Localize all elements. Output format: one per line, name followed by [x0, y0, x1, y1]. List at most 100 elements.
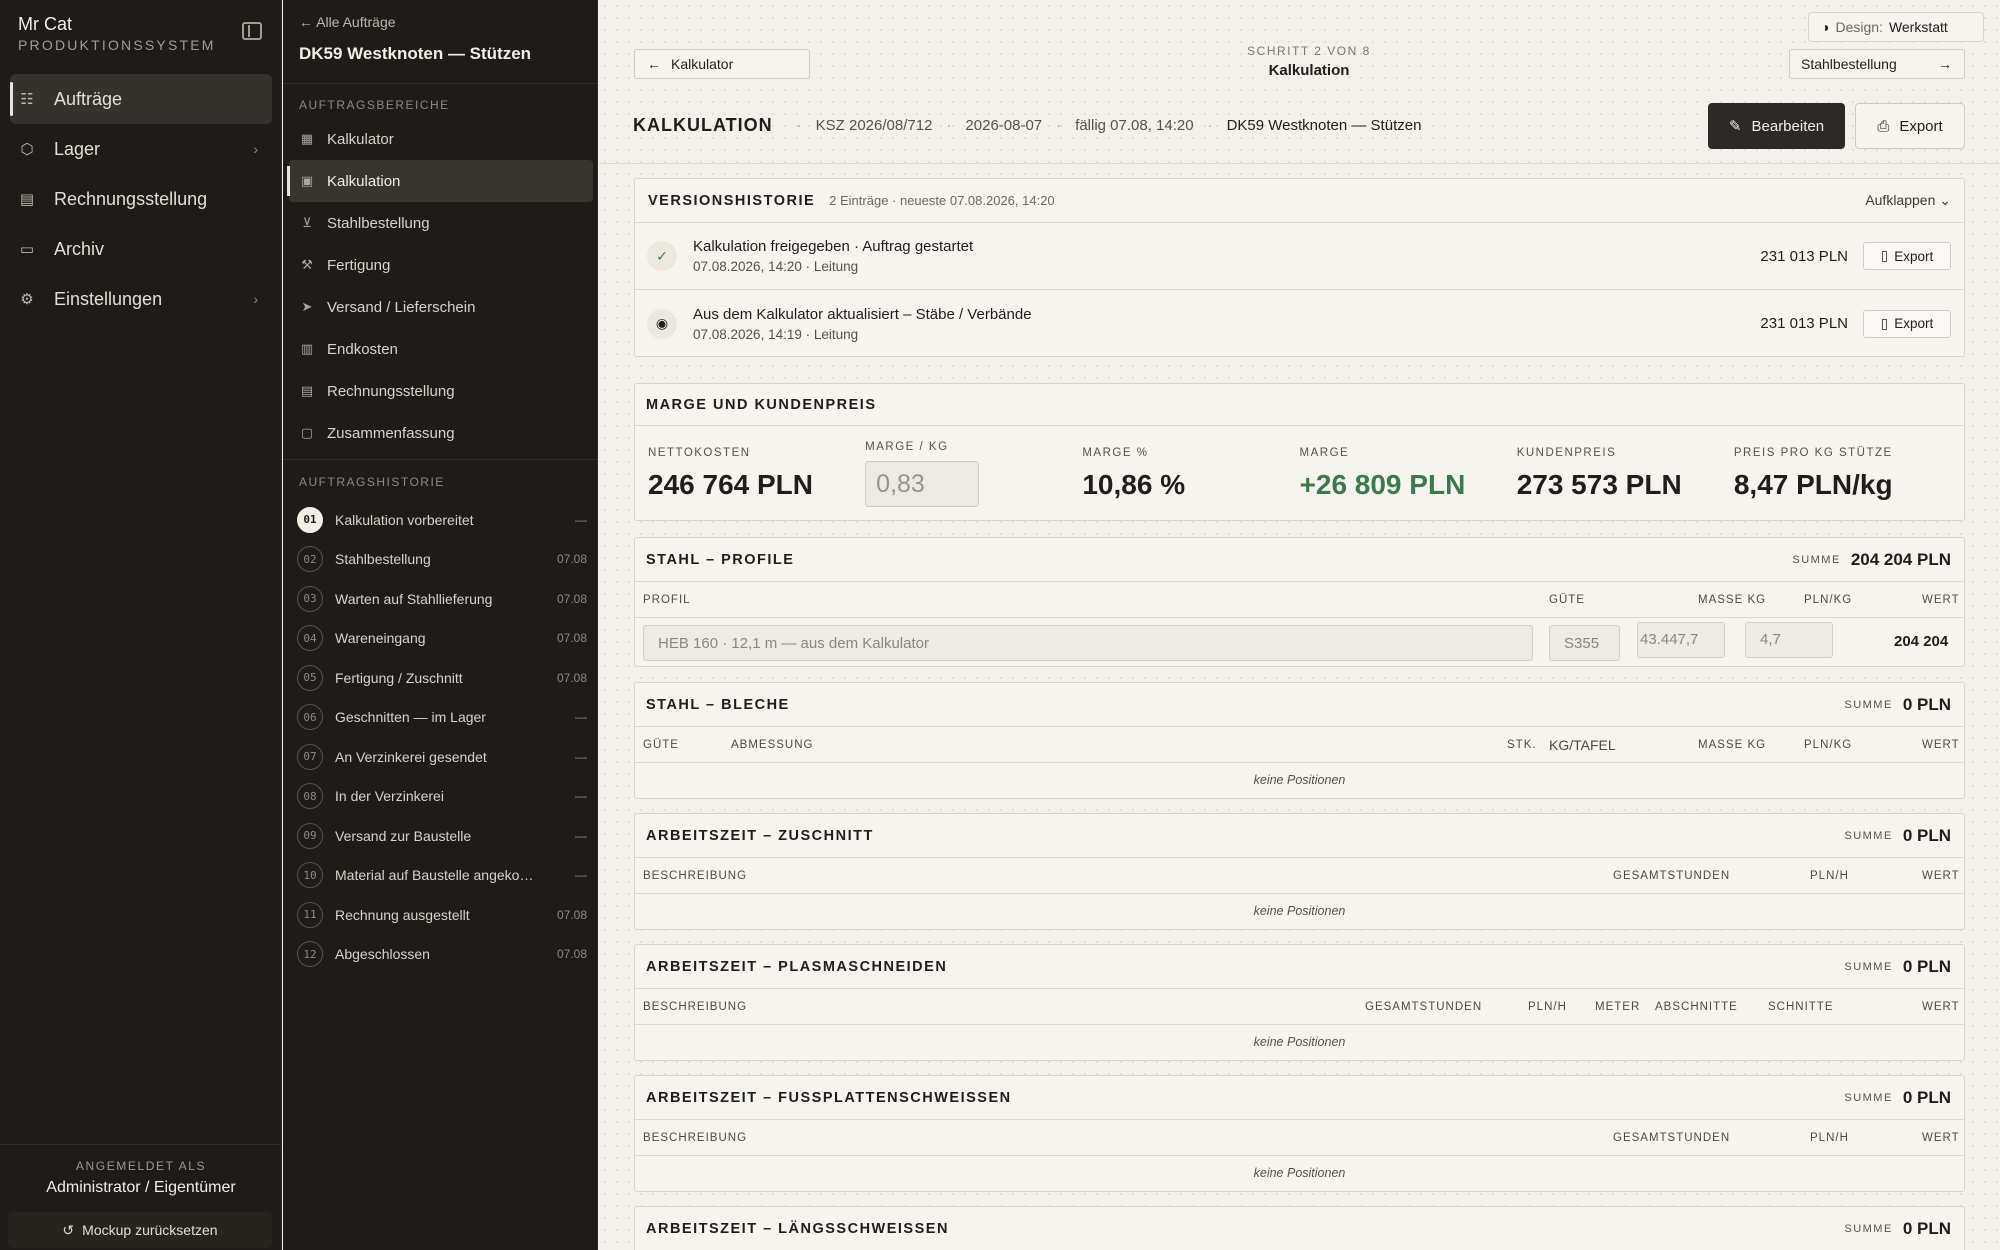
version-export-button[interactable]: ▯ Export [1863, 242, 1951, 270]
hammer-icon: ⚒ [301, 257, 313, 272]
step-label: Rechnung ausgestellt [335, 906, 470, 923]
edit-button[interactable]: ✎ Bearbeiten [1708, 103, 1845, 149]
history-item[interactable]: 08 In der Verzinkerei — [297, 777, 587, 817]
empty-state: keine Positionen [1253, 1034, 1346, 1049]
area-versand[interactable]: ➤ Versand / Lieferschein [289, 286, 593, 328]
card-title: STAHL – PROFILE [646, 551, 795, 568]
version-export-button[interactable]: ▯ Export [1863, 309, 1951, 338]
calc-number: KSZ 2026/08/712 [815, 116, 933, 134]
card-title: ARBEITSZEIT – ZUSCHNITT [646, 827, 874, 844]
area-zusammenfassung[interactable]: ▢ Zusammenfassung [289, 412, 593, 454]
step-label: Warten auf Stahllieferung [335, 590, 493, 607]
step-label: Material auf Baustelle angekommen [335, 867, 553, 884]
expand-toggle[interactable]: Aufklappen ⌄ [1865, 192, 1951, 209]
history-item[interactable]: 03 Warten auf Stahllieferung 07.08 [297, 579, 587, 619]
pencil-icon: ✎ [1728, 118, 1742, 135]
history-heading: AUFTRAGSHISTORIE [299, 475, 445, 489]
kpi-label: KUNDENPREIS [1516, 447, 1617, 459]
col-header: ABSCHNITTE [1655, 1000, 1738, 1013]
history-item[interactable]: 01 Kalkulation vorbereitet — [297, 500, 587, 540]
sidebar-item-rechnungsstellung[interactable]: ▤ Rechnungsstellung [10, 174, 272, 224]
export-button[interactable]: ⎙ Export [1855, 103, 1965, 149]
history-item[interactable]: 06 Geschnitten — im Lager — [297, 698, 587, 738]
gear-icon: ⚙ [20, 291, 34, 308]
sidebar-toggle-icon[interactable] [242, 22, 262, 40]
sidebar-item-einstellungen[interactable]: ⚙ Einstellungen › [10, 274, 272, 324]
mass-field[interactable]: 43.447,7 [1637, 622, 1725, 658]
version-text: Kalkulation freigegeben · Auftrag gestar… [693, 238, 973, 274]
page-title: KALKULATION [633, 114, 773, 135]
palette-icon: ◑ [1821, 19, 1830, 35]
kpi-label: NETTOKOSTEN [648, 447, 751, 459]
sidebar-item-label: Rechnungsstellung [54, 188, 208, 209]
area-kalkulation[interactable]: ▣ Kalkulation [287, 160, 593, 202]
file-export-icon: ⎙ [1877, 117, 1890, 135]
sidebar-item-auftraege[interactable]: ☷ Aufträge [10, 74, 272, 124]
area-kalkulator[interactable]: ▦ Kalkulator [289, 118, 593, 160]
card-header: STAHL – BLECHE SUMME 0 PLN [635, 683, 1964, 727]
steel-sheets-card: STAHL – BLECHE SUMME 0 PLN GÜTE ABMESSUN… [634, 682, 1965, 799]
order-history: 01 Kalkulation vorbereitet — 02 Stahlbestel… [297, 500, 587, 974]
reset-icon: ↺ [62, 1221, 75, 1238]
next-step-button[interactable]: Stahlbestellung → [1789, 49, 1965, 79]
history-item[interactable]: 09 Versand zur Baustelle — [297, 816, 587, 856]
history-item[interactable]: 04 Wareneingang 07.08 [297, 619, 587, 659]
step-label: Geschnitten — im Lager [335, 709, 486, 726]
step-date: 07.08 [556, 670, 587, 685]
history-item[interactable]: 07 An Verzinkerei gesendet — [297, 737, 587, 777]
version-history-card: VERSIONSHISTORIE 2 Einträge · neueste 07… [634, 178, 1965, 357]
area-label: Versand / Lieferschein [327, 298, 476, 316]
order-title: DK59 Westknoten — Stützen [299, 44, 532, 63]
col-header: PLN/KG [1804, 593, 1853, 606]
history-item[interactable]: 11 Rechnung ausgestellt 07.08 [297, 895, 587, 935]
reset-mockup-label: Mockup zurücksetzen [82, 1222, 218, 1238]
table-header: GÜTE ABMESSUNG STK. KG/TAFEL MASSE KG PL… [635, 727, 1964, 763]
step-number: 12 [297, 941, 323, 968]
history-item[interactable]: 02 Stahlbestellung 07.08 [297, 540, 587, 580]
reset-mockup-button[interactable]: ↺ Mockup zurücksetzen [8, 1212, 272, 1248]
col-header: WERT [1922, 1131, 1960, 1144]
card-title: STAHL – BLECHE [646, 696, 790, 713]
table-header: BESCHREIBUNG GESAMTSTUNDEN PLN/H WERT [635, 1120, 1964, 1156]
area-fertigung[interactable]: ⚒ Fertigung [289, 244, 593, 286]
sum-value: 0 PLN [1902, 825, 1951, 845]
history-item[interactable]: 10 Material auf Baustelle angekommen — [297, 856, 587, 896]
sidebar-item-archiv[interactable]: ▭ Archiv [10, 224, 272, 274]
history-item[interactable]: 05 Fertigung / Zuschnitt 07.08 [297, 658, 587, 698]
price-per-kg-field[interactable]: 4,7 [1745, 622, 1833, 658]
history-item[interactable]: 12 Abgeschlossen 07.08 [297, 935, 587, 975]
file-icon: ▯ [1880, 248, 1889, 263]
prev-step-button[interactable]: ← Kalkulator [634, 49, 810, 79]
step-number: 02 [297, 546, 323, 573]
table-row: HEB 160 · 12,1 m — aus dem Kalkulator S3… [635, 618, 1964, 668]
divider [599, 163, 2000, 164]
design-switcher[interactable]: ◑ Design: Werkstatt [1808, 12, 1984, 42]
margin-per-kg-input[interactable]: 0,83 [865, 461, 980, 507]
kpi-price-per-kg: PREIS PRO KG STÜTZE 8,47 PLN/kg [1734, 447, 1951, 501]
area-stahlbestellung[interactable]: ⊻ Stahlbestellung [289, 202, 593, 244]
col-header: PLN/KG [1804, 738, 1853, 751]
step-number: 07 [297, 743, 323, 770]
area-endkosten[interactable]: ▥ Endkosten [289, 328, 593, 370]
area-label: Zusammenfassung [327, 424, 455, 442]
back-to-orders-link[interactable]: ← Alle Aufträge [299, 14, 396, 30]
kpi-label: MARGE / KG [865, 441, 949, 453]
profile-field[interactable]: HEB 160 · 12,1 m — aus dem Kalkulator [643, 625, 1533, 661]
step-number: 01 [297, 506, 323, 533]
sidebar-item-lager[interactable]: ⬡ Lager › [10, 124, 272, 174]
steel-profiles-card: STAHL – PROFILE SUMME 204 204 PLN PROFIL… [634, 537, 1965, 667]
col-header: METER [1595, 1000, 1641, 1013]
export-label: Export [1899, 117, 1943, 135]
version-amount: 231 013 PLN [1760, 247, 1848, 265]
main-nav: ☷ Aufträge ⬡ Lager › ▤ Rechnungsstellung… [10, 74, 272, 324]
area-rechnungsstellung[interactable]: ▤ Rechnungsstellung [289, 370, 593, 412]
grade-field[interactable]: S355 [1549, 625, 1620, 661]
area-label: Endkosten [327, 340, 398, 358]
card-header: ARBEITSZEIT – PLASMASCHNEIDEN SUMME 0 PL… [635, 945, 1964, 989]
chevron-down-icon: ⌄ [1939, 192, 1951, 208]
file-icon: ▯ [1880, 315, 1889, 331]
version-meta: 07.08.2026, 14:20 · Leitung [693, 259, 859, 274]
sum-value: 0 PLN [1902, 1087, 1951, 1107]
plasma-cutting-card: ARBEITSZEIT – PLASMASCHNEIDEN SUMME 0 PL… [634, 944, 1965, 1061]
list-check-icon: ☷ [20, 91, 34, 108]
